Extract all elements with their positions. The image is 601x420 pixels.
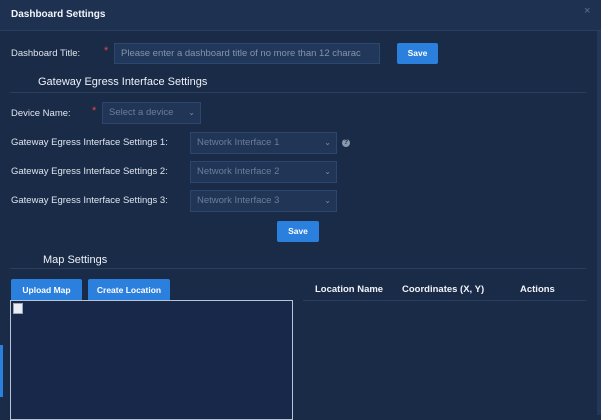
interface-2-select[interactable]: Network Interface 2 ⌄ xyxy=(190,161,337,183)
device-name-label: Device Name: xyxy=(11,108,71,119)
interface-1-label: Gateway Egress Interface Settings 1: xyxy=(11,137,168,148)
gateway-section-divider xyxy=(10,92,586,93)
create-location-button[interactable]: Create Location xyxy=(88,279,170,301)
interface-1-value: Network Interface 1 xyxy=(197,137,280,148)
required-mark: * xyxy=(104,45,109,57)
table-header-divider xyxy=(303,300,586,301)
gateway-save-button[interactable]: Save xyxy=(277,221,319,242)
help-icon[interactable]: ? xyxy=(342,139,350,147)
gateway-section-heading: Gateway Egress Interface Settings xyxy=(38,76,208,88)
dialog-header: Dashboard Settings × xyxy=(0,0,601,31)
interface-2-label: Gateway Egress Interface Settings 2: xyxy=(11,166,168,177)
map-canvas[interactable] xyxy=(10,300,293,420)
device-select-value: Select a device xyxy=(109,107,174,118)
chevron-down-icon: ⌄ xyxy=(324,167,331,176)
device-select[interactable]: Select a device ⌄ xyxy=(102,102,201,124)
chevron-down-icon: ⌄ xyxy=(324,138,331,147)
interface-3-select[interactable]: Network Interface 3 ⌄ xyxy=(190,190,337,212)
interface-2-value: Network Interface 2 xyxy=(197,166,280,177)
interface-3-value: Network Interface 3 xyxy=(197,195,280,206)
column-header-coordinates: Coordinates (X, Y) xyxy=(402,284,485,295)
dashboard-title-save-button[interactable]: Save xyxy=(397,43,438,64)
interface-3-label: Gateway Egress Interface Settings 3: xyxy=(11,195,168,206)
side-tab-handle[interactable] xyxy=(0,345,3,397)
column-header-actions: Actions xyxy=(520,284,555,295)
dashboard-title-label: Dashboard Title: xyxy=(11,48,81,59)
interface-1-select[interactable]: Network Interface 1 ⌄ xyxy=(190,132,337,154)
chevron-down-icon: ⌄ xyxy=(324,196,331,205)
required-mark: * xyxy=(92,105,97,117)
upload-map-button[interactable]: Upload Map xyxy=(11,279,82,301)
map-section-heading: Map Settings xyxy=(43,254,108,266)
chevron-down-icon: ⌄ xyxy=(188,108,195,117)
close-icon[interactable]: × xyxy=(584,5,590,17)
broken-image-icon xyxy=(13,303,23,314)
dashboard-title-input[interactable]: Please enter a dashboard title of no mor… xyxy=(114,43,380,64)
scrollbar-track[interactable] xyxy=(597,31,601,415)
column-header-location-name: Location Name xyxy=(315,284,384,295)
map-section-divider xyxy=(10,268,586,269)
dialog-title: Dashboard Settings xyxy=(11,9,106,20)
